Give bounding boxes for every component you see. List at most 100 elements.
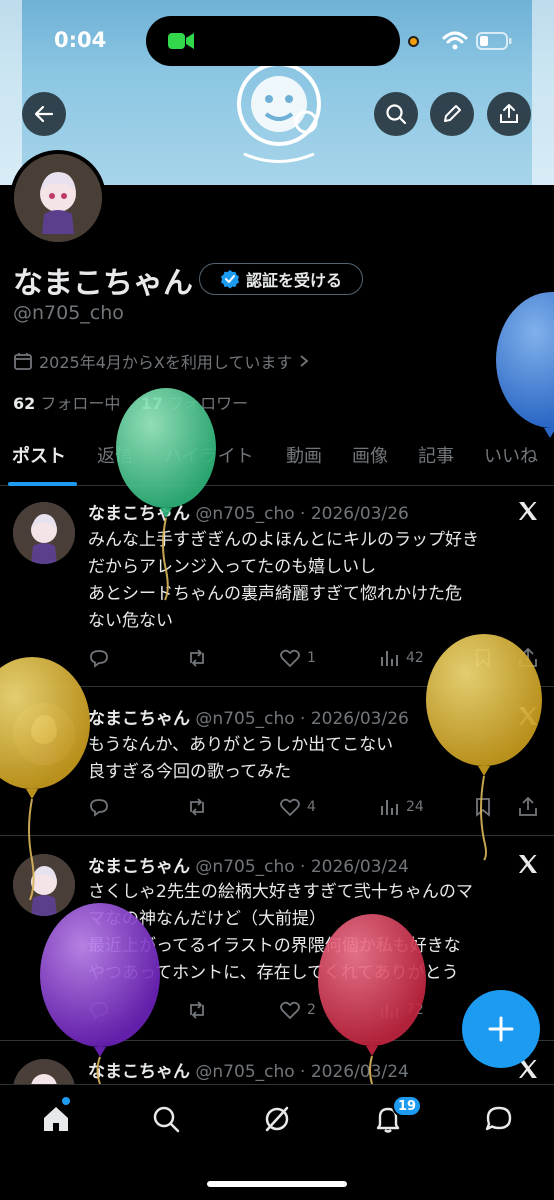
- post-avatar[interactable]: [13, 502, 75, 564]
- post-line: もうなんか、ありがとうしか出てこない: [88, 735, 394, 755]
- profile-handle: @n705_cho: [13, 302, 124, 324]
- reply-button[interactable]: [88, 796, 110, 818]
- views-count: 72: [406, 1002, 424, 1018]
- back-button[interactable]: [22, 92, 66, 136]
- reply-icon: [90, 1002, 108, 1020]
- get-verified-label: 認証を受ける: [245, 271, 342, 290]
- like-button[interactable]: 2: [279, 999, 316, 1021]
- tab-images[interactable]: 画像: [352, 442, 388, 468]
- get-verified-button[interactable]: 認証を受ける: [199, 263, 363, 295]
- post-line: だからアレンジ入ってたのも嬉しいし: [88, 557, 377, 577]
- tab-posts[interactable]: ポスト: [12, 442, 66, 468]
- repost-button[interactable]: [186, 796, 208, 818]
- tab-articles[interactable]: 記事: [418, 442, 454, 468]
- joined-date[interactable]: 2025年4月からXを利用しています: [13, 349, 310, 373]
- followers-label: フォロワー: [168, 394, 249, 413]
- followers-link[interactable]: 17 フォロワー: [141, 394, 248, 413]
- verified-badge-icon: [220, 270, 239, 289]
- followers-count: 17: [140, 394, 163, 413]
- post-line: やつあってホントに、存在してくれてありがとう: [88, 963, 459, 983]
- share-post-button[interactable]: [517, 796, 539, 818]
- banner-decoration: [0, 0, 22, 185]
- post-item[interactable]: なまこちゃん @n705_cho · 2026/03/26 もうなんか、ありがと…: [0, 688, 554, 836]
- nav-messages[interactable]: [479, 1099, 519, 1139]
- x-logo-icon: [519, 855, 537, 873]
- compose-post-button[interactable]: [462, 990, 540, 1068]
- home-unread-dot: [62, 1097, 70, 1105]
- bookmark-button[interactable]: [472, 647, 494, 669]
- tab-highlights[interactable]: ハイライト: [164, 442, 254, 468]
- avatar-image: [13, 703, 75, 765]
- bookmark-icon: [476, 798, 490, 817]
- post-author: なまこちゃん: [88, 1062, 190, 1082]
- profile-name: なまこちゃん: [13, 266, 193, 301]
- following-link[interactable]: 62 フォロー中: [13, 394, 120, 413]
- tab-likes[interactable]: いいね: [484, 442, 538, 468]
- post-author: なまこちゃん: [88, 504, 190, 524]
- heart-icon: [280, 798, 300, 817]
- search-icon: [386, 104, 407, 125]
- post-item[interactable]: なまこちゃん @n705_cho · 2026/03/26 みんな上手すぎぎんの…: [0, 487, 554, 687]
- avatar-image: [13, 502, 75, 564]
- repost-button[interactable]: [186, 647, 208, 669]
- bookmark-icon: [476, 649, 490, 668]
- x-logo-icon: [519, 707, 537, 725]
- post-author: なまこちゃん: [88, 857, 190, 877]
- post-line: さくしゃ2先生の絵柄大好きすぎて弐十ちゃんのマ: [88, 882, 473, 902]
- share-post-button[interactable]: [517, 647, 539, 669]
- wifi-icon: [442, 31, 468, 50]
- pencil-icon: [444, 105, 461, 122]
- views-count: 42: [406, 650, 424, 666]
- bottom-navigation: 19: [0, 1084, 554, 1200]
- views-icon: [381, 651, 398, 666]
- nav-search[interactable]: [146, 1099, 186, 1139]
- post-meta: @n705_cho · 2026/03/24: [195, 857, 409, 877]
- post-line: あとシードちゃんの裏声綺麗すぎて惚れかけた危: [88, 584, 462, 604]
- nav-grok[interactable]: [257, 1099, 297, 1139]
- notification-badge: 19: [392, 1095, 423, 1117]
- share-icon: [519, 647, 537, 667]
- post-meta: @n705_cho · 2026/03/26: [195, 709, 409, 729]
- mic-indicator-icon: [408, 36, 419, 47]
- post-line: 最近上がってるイラストの界隈何個か私も好きな: [88, 936, 461, 956]
- share-icon: [519, 796, 537, 816]
- repost-button[interactable]: [186, 999, 208, 1021]
- post-header: なまこちゃん @n705_cho · 2026/03/26: [88, 704, 409, 729]
- search-button[interactable]: [374, 92, 418, 136]
- repost-icon: [190, 798, 204, 816]
- bookmark-button[interactable]: [472, 796, 494, 818]
- reply-button[interactable]: [88, 647, 110, 669]
- like-button[interactable]: 4: [279, 796, 316, 818]
- post-header: なまこちゃん @n705_cho · 2026/03/24: [88, 1057, 409, 1082]
- post-avatar[interactable]: [13, 703, 75, 765]
- post-line: 良すぎる今回の歌ってみた: [88, 762, 292, 782]
- nav-home[interactable]: [36, 1099, 76, 1139]
- like-button[interactable]: 1: [279, 647, 316, 669]
- like-count: 4: [307, 799, 316, 815]
- profile-avatar[interactable]: [10, 150, 106, 246]
- avatar-image: [14, 154, 102, 242]
- views-button[interactable]: 42: [378, 647, 424, 669]
- edit-button[interactable]: [430, 92, 474, 136]
- tab-replies[interactable]: 返信: [97, 442, 133, 468]
- x-logo-icon: [519, 502, 537, 520]
- tab-videos[interactable]: 動画: [286, 442, 322, 468]
- chevron-right-icon: [300, 355, 309, 367]
- search-icon: [153, 1106, 180, 1133]
- share-button[interactable]: [487, 92, 531, 136]
- calendar-icon: [14, 353, 32, 370]
- post-avatar[interactable]: [13, 854, 75, 916]
- post-meta: @n705_cho · 2026/03/24: [195, 1062, 409, 1082]
- reply-button[interactable]: [88, 999, 110, 1021]
- post-text: さくしゃ2先生の絵柄大好きすぎて弐十ちゃんのマ マなの神なんだけど（大前提） 最…: [88, 879, 548, 987]
- post-header: なまこちゃん @n705_cho · 2026/03/24: [88, 852, 409, 877]
- arrow-left-icon: [34, 105, 54, 123]
- post-avatar[interactable]: [13, 1059, 75, 1084]
- post-line: ない危ない: [88, 611, 173, 631]
- views-button[interactable]: 72: [378, 999, 424, 1021]
- balloon-blue: [496, 292, 554, 438]
- views-icon: [381, 1003, 398, 1018]
- chat-bubble-icon: [485, 1106, 512, 1131]
- views-button[interactable]: 24: [378, 796, 424, 818]
- dynamic-island: [146, 16, 400, 66]
